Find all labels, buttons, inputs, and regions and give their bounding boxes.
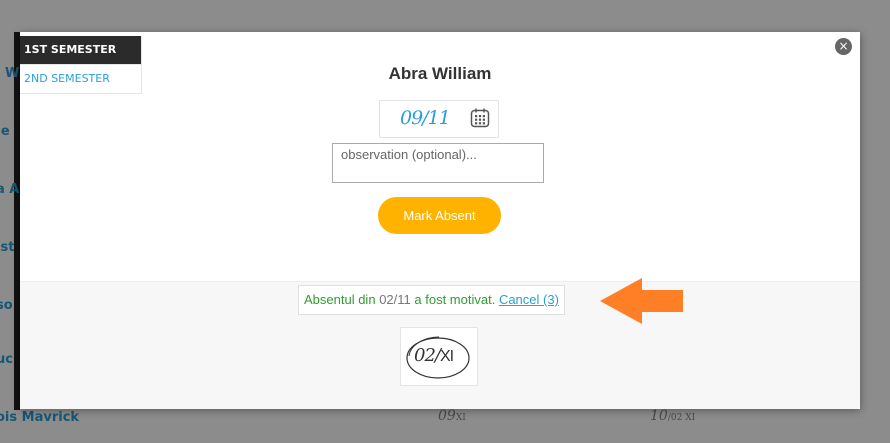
orange-arrow-icon — [600, 278, 683, 324]
observation-input[interactable] — [332, 143, 544, 183]
date-picker[interactable]: 09/11 — [379, 100, 499, 138]
student-name: Abra William — [388, 64, 492, 83]
notice-prefix: Absentul din — [304, 292, 376, 307]
stamp-text: 02/XI — [414, 345, 454, 366]
stamp-day: 02/ — [414, 345, 441, 366]
notice-date: 02/11 — [379, 292, 411, 307]
close-icon[interactable]: × — [835, 38, 852, 55]
date-value[interactable]: 09/11 — [400, 107, 451, 129]
cancel-link[interactable]: Cancel (3) — [499, 292, 559, 307]
motivated-notice: Absentul din 02/11 a fost motivat. Cance… — [298, 285, 565, 315]
notice-middle: a fost motivat. — [414, 292, 496, 307]
tab-1st-semester[interactable]: 1ST SEMESTER — [20, 36, 142, 65]
absence-stamp[interactable]: 02/XI — [400, 327, 478, 386]
absence-modal: 1ST SEMESTER 2ND SEMESTER × Abra William… — [20, 32, 860, 409]
stamp-month: XI — [439, 348, 454, 365]
calendar-icon[interactable] — [470, 108, 490, 128]
mark-absent-button[interactable]: Mark Absent — [378, 197, 501, 234]
